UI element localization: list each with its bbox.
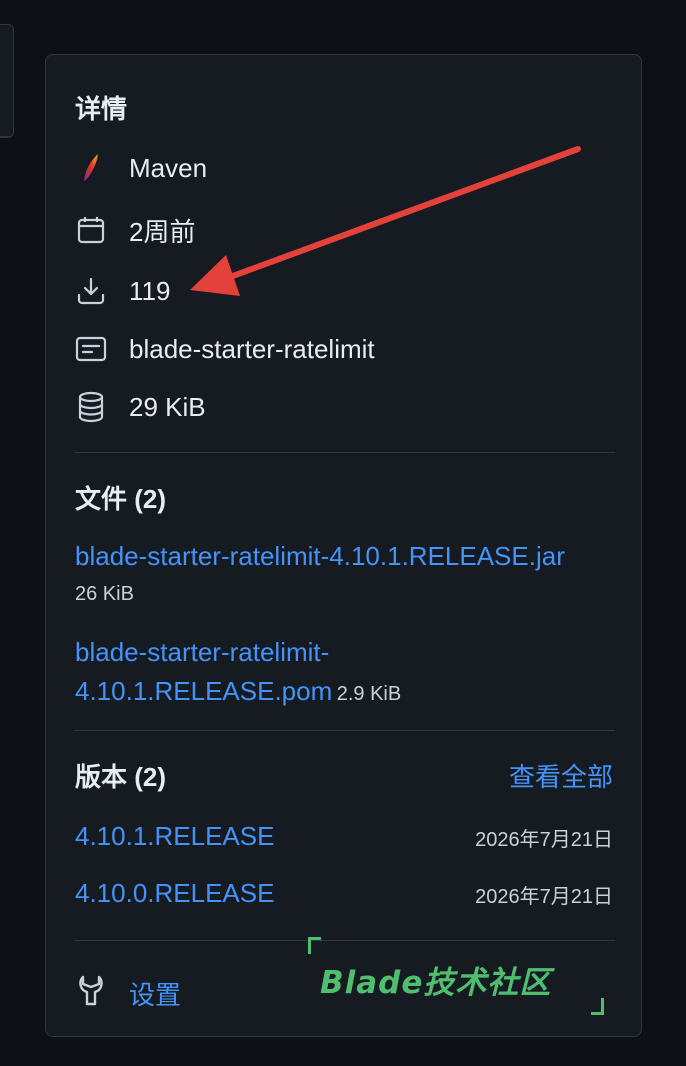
package-card-icon <box>75 333 107 365</box>
file-entry-pom: blade-starter-ratelimit- 4.10.1.RELEASE.… <box>75 635 615 713</box>
details-heading: 详情 <box>75 94 128 124</box>
section-divider <box>75 730 615 731</box>
detail-row-downloads: 119 <box>75 273 170 309</box>
version-date: 2026年7月21日 <box>475 886 613 908</box>
settings-link[interactable]: 设置 <box>129 975 181 1012</box>
versions-heading: 版本 (2) <box>75 762 167 792</box>
watermark-bracket-left <box>308 937 321 954</box>
version-date: 2026年7月21日 <box>475 829 613 851</box>
file-link-pom-line1[interactable]: blade-starter-ratelimit- <box>75 637 329 667</box>
file-size-jar: 26 KiB <box>75 583 134 605</box>
wrench-icon <box>75 973 107 1012</box>
watermark-bracket-right <box>591 998 604 1015</box>
section-divider <box>75 452 615 453</box>
artifact-name-text: blade-starter-ratelimit <box>129 333 375 364</box>
file-size-pom: 2.9 KiB <box>336 683 402 705</box>
files-heading: 文件 (2) <box>75 484 167 514</box>
detail-row-published: 2周前 <box>75 212 195 248</box>
adjacent-panel-divider <box>0 136 12 137</box>
detail-row-size: 29 KiB <box>75 389 206 425</box>
calendar-icon <box>75 214 107 246</box>
download-icon <box>75 275 107 307</box>
package-type-text: Maven <box>129 152 208 183</box>
section-divider <box>75 940 615 941</box>
file-link-jar[interactable]: blade-starter-ratelimit-4.10.1.RELEASE.j… <box>75 541 565 572</box>
maven-feather-icon <box>75 152 107 184</box>
package-size-text: 29 KiB <box>129 391 206 422</box>
version-link-4-10-1[interactable]: 4.10.1.RELEASE <box>75 821 274 852</box>
published-time-text: 2周前 <box>129 216 196 247</box>
watermark-logo: Blade技术社区 <box>308 937 604 1017</box>
detail-row-package-type: Maven <box>75 150 207 186</box>
detail-row-artifact: blade-starter-ratelimit <box>75 331 375 367</box>
version-link-4-10-0[interactable]: 4.10.0.RELEASE <box>75 878 274 909</box>
view-all-versions-link[interactable]: 查看全部 <box>509 757 613 794</box>
file-link-pom-line2[interactable]: 4.10.1.RELEASE.pom <box>75 676 332 706</box>
adjacent-panel-edge <box>0 24 14 138</box>
watermark-text: Blade技术社区 <box>320 965 552 1001</box>
package-details-sidebar: 详情 Maven 2周前 119 blade-starter-ratelimit… <box>45 54 642 1037</box>
database-icon <box>75 391 107 423</box>
download-count-text: 119 <box>129 275 171 306</box>
